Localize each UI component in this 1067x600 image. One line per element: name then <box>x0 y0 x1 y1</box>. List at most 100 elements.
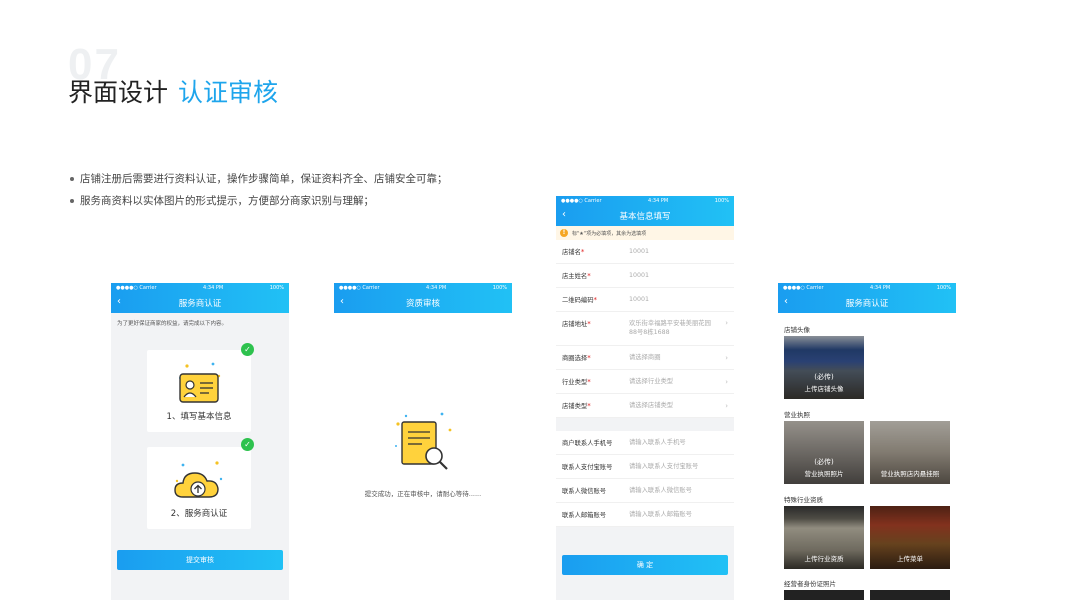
field-owner-name[interactable]: 店主姓名* 10001 <box>556 264 734 288</box>
status-bar: ●●●●○ Carrier 4:34 PM 100% <box>334 283 512 293</box>
upload-id-front[interactable] <box>784 590 864 600</box>
field-label: 店铺名 <box>562 249 581 256</box>
description-item: 服务商资料以实体图片的形式提示，方便部分商家识别与理解； <box>68 190 448 212</box>
field-shop-address[interactable]: 店铺地址* 欢乐街幸福路平安巷美丽花园88号8栋1688 › <box>556 312 734 346</box>
required-notice: ! 标"★"项为必填项，其余为选填项 <box>556 226 734 240</box>
field-label: 二维码编码 <box>562 297 594 304</box>
carrier-label: ●●●●○ Carrier <box>561 198 602 204</box>
status-bar: ●●●●○ Carrier 4:34 PM 100% <box>778 283 956 293</box>
check-icon: ✓ <box>241 343 254 356</box>
battery-label: 100% <box>269 285 284 291</box>
time-label: 4:34 PM <box>870 285 891 291</box>
notice-text: 标"★"项为必填项，其余为选填项 <box>572 230 647 237</box>
battery-label: 100% <box>936 285 951 291</box>
upload-caption: 营业执照照片 <box>804 470 844 478</box>
field-shop-type[interactable]: 店铺类型* 请选择店铺类型 › <box>556 394 734 418</box>
field-qr-code[interactable]: 二维码编码* 10001 <box>556 288 734 312</box>
field-label: 商圈选择 <box>562 355 588 362</box>
time-label: 4:34 PM <box>426 285 447 291</box>
field-value: 10001 <box>629 272 650 279</box>
field-label: 联系人邮箱账号 <box>562 512 607 519</box>
phone-screen-service-auth-photos: ●●●●○ Carrier 4:34 PM 100% ‹ 服务商认证 店铺头像 … <box>778 283 956 600</box>
field-value: 请选择店铺类型 <box>629 402 674 409</box>
required-tag: (必传) <box>814 373 834 381</box>
step-card-basic-info[interactable]: 1、填写基本信息 <box>147 350 251 432</box>
field-value: 请选择商圈 <box>629 354 661 361</box>
field-value: 欢乐街幸福路平安巷美丽花园88号8栋1688 <box>629 320 711 336</box>
upload-caption: 上传店铺头像 <box>804 385 844 393</box>
chevron-right-icon: › <box>725 319 728 327</box>
upload-menu[interactable]: 上传菜单 <box>870 506 950 569</box>
field-value: 请选择行业类型 <box>629 378 674 385</box>
page-title: 界面设计 认证审核 <box>68 73 278 109</box>
upload-license-display-photo[interactable]: 营业执照店内悬挂照 <box>870 421 950 484</box>
description-list: 店铺注册后需要进行资料认证，操作步骤简单，保证资料齐全、店铺安全可靠； 服务商资… <box>68 168 448 212</box>
nav-bar: ‹ 服务商认证 <box>778 293 956 313</box>
id-card-icon <box>179 362 221 403</box>
nav-title: 基本信息填写 <box>619 212 671 222</box>
confirm-button[interactable]: 确 定 <box>562 555 728 575</box>
field-label: 店铺类型 <box>562 403 588 410</box>
upload-id-back[interactable] <box>870 590 950 600</box>
chevron-right-icon: › <box>725 353 728 362</box>
required-tag: (必传) <box>814 458 834 466</box>
field-label: 商户联系人手机号 <box>562 440 613 447</box>
required-star: * <box>593 296 597 304</box>
field-contact-phone[interactable]: 商户联系人手机号 请输入联系人手机号 <box>556 431 734 455</box>
field-label: 店铺地址 <box>562 321 588 328</box>
nav-title: 资质审核 <box>405 299 440 309</box>
step-card-service-auth[interactable]: 2、服务商认证 <box>147 447 251 529</box>
nav-title: 服务商认证 <box>845 299 889 309</box>
status-bar: ●●●●○ Carrier 4:34 PM 100% <box>111 283 289 293</box>
time-label: 4:34 PM <box>203 285 224 291</box>
phone-screen-service-auth: ●●●●○ Carrier 4:34 PM 100% ‹ 服务商认证 为了更好保… <box>111 283 289 600</box>
carrier-label: ●●●●○ Carrier <box>116 285 157 291</box>
field-placeholder: 请输入联系人邮箱账号 <box>629 511 692 518</box>
field-shop-name[interactable]: 店铺名* 10001 <box>556 240 734 264</box>
field-business-district[interactable]: 商圈选择* 请选择商圈 › <box>556 346 734 370</box>
field-label: 店主姓名 <box>562 273 588 280</box>
document-search-icon <box>395 412 452 470</box>
carrier-label: ●●●●○ Carrier <box>339 285 380 291</box>
chevron-right-icon: › <box>725 401 728 410</box>
required-star: * <box>587 378 591 386</box>
back-arrow-icon[interactable]: ‹ <box>784 296 788 307</box>
page-title-main: 界面设计 <box>68 78 169 107</box>
required-star: * <box>587 320 591 328</box>
upload-industry-qualification[interactable]: 上传行业资质 <box>784 506 864 569</box>
cloud-upload-icon <box>174 461 223 498</box>
back-arrow-icon[interactable]: ‹ <box>562 209 566 220</box>
upload-caption: 营业执照店内悬挂照 <box>880 470 940 478</box>
phone-screen-basic-info-form: ●●●●○ Carrier 4:34 PM 100% ‹ 基本信息填写 ! 标"… <box>556 196 734 600</box>
required-star: * <box>587 354 591 362</box>
hint-text: 为了更好保证商家的权益，请完成以下内容。 <box>117 321 228 327</box>
carrier-label: ●●●●○ Carrier <box>783 285 824 291</box>
field-value: 10001 <box>629 296 650 303</box>
field-contact-alipay[interactable]: 联系人支付宝账号 请输入联系人支付宝账号 <box>556 455 734 479</box>
field-placeholder: 请输入联系人手机号 <box>629 439 686 446</box>
upload-shop-avatar[interactable]: (必传) 上传店铺头像 <box>784 336 864 399</box>
status-bar: ●●●●○ Carrier 4:34 PM 100% <box>556 196 734 206</box>
battery-label: 100% <box>492 285 507 291</box>
required-star: * <box>587 402 591 410</box>
step-label: 1、填写基本信息 <box>166 412 232 422</box>
phone-screen-qualification-review: ●●●●○ Carrier 4:34 PM 100% ‹ 资质审核 提交成功，正… <box>334 283 512 600</box>
field-label: 联系人支付宝账号 <box>562 464 613 471</box>
field-value: 10001 <box>629 248 650 255</box>
submit-review-button[interactable]: 提交审核 <box>117 550 283 570</box>
field-industry-type[interactable]: 行业类型* 请选择行业类型 › <box>556 370 734 394</box>
field-contact-wechat[interactable]: 联系人微信账号 请输入联系人微信账号 <box>556 479 734 503</box>
warning-icon: ! <box>560 229 568 237</box>
back-arrow-icon[interactable]: ‹ <box>340 296 344 307</box>
upload-license-photo[interactable]: (必传) 营业执照照片 <box>784 421 864 484</box>
page-title-accent: 认证审核 <box>178 78 279 107</box>
field-label: 联系人微信账号 <box>562 488 607 495</box>
description-item: 店铺注册后需要进行资料认证，操作步骤简单，保证资料齐全、店铺安全可靠； <box>68 168 448 190</box>
required-star: * <box>587 272 591 280</box>
field-placeholder: 请输入联系人支付宝账号 <box>629 463 699 470</box>
back-arrow-icon[interactable]: ‹ <box>117 296 121 307</box>
required-star: * <box>580 248 585 256</box>
check-icon: ✓ <box>241 438 254 451</box>
field-contact-email[interactable]: 联系人邮箱账号 请输入联系人邮箱账号 <box>556 503 734 527</box>
field-placeholder: 请输入联系人微信账号 <box>629 487 692 494</box>
